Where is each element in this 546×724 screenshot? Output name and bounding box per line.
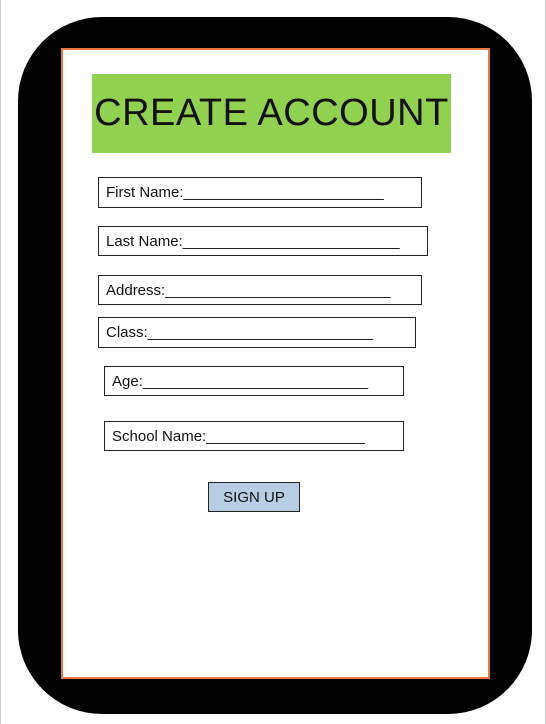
- first-name-label: First Name:: [106, 184, 184, 201]
- address-label: Address:: [106, 281, 166, 299]
- last-name-label: Last Name:: [106, 232, 183, 250]
- age-field[interactable]: Age: ___________________________: [104, 366, 404, 396]
- school-name-input-line[interactable]: ___________________: [206, 428, 365, 445]
- last-name-field[interactable]: Last Name: __________________________: [98, 226, 428, 256]
- first-name-field[interactable]: First Name: ________________________: [98, 177, 422, 208]
- class-label: Class:: [106, 324, 148, 341]
- class-field[interactable]: Class: ___________________________: [98, 317, 416, 348]
- page: CREATE ACCOUNT First Name: ______________…: [0, 0, 546, 724]
- age-input-line[interactable]: ___________________________: [143, 373, 368, 390]
- address-field[interactable]: Address: ___________________________: [98, 275, 422, 305]
- page-title: CREATE ACCOUNT: [94, 92, 449, 134]
- age-label: Age:: [112, 372, 143, 390]
- address-input-line[interactable]: ___________________________: [165, 282, 390, 299]
- page-edge-left: [0, 0, 1, 724]
- sign-up-button[interactable]: SIGN UP: [208, 482, 300, 512]
- school-name-label: School Name:: [112, 427, 207, 445]
- first-name-input-line[interactable]: ________________________: [184, 184, 384, 201]
- title-banner: CREATE ACCOUNT: [92, 74, 451, 153]
- school-name-field[interactable]: School Name: ___________________: [104, 421, 404, 451]
- last-name-input-line[interactable]: __________________________: [183, 233, 400, 250]
- class-input-line[interactable]: ___________________________: [148, 324, 373, 341]
